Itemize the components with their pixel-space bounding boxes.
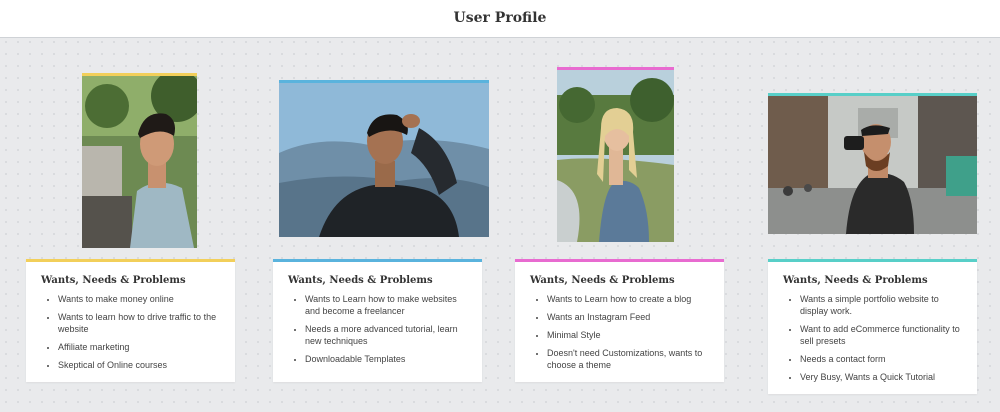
header-bar: User Profile xyxy=(0,0,1000,38)
list-item: Wants an Instagram Feed xyxy=(547,311,710,323)
card-heading: Wants, Needs & Problems xyxy=(530,275,675,286)
persona-3-card: Wants, Needs & Problems Wants to Learn h… xyxy=(515,259,724,382)
list-item: Wants to learn how to drive traffic to t… xyxy=(58,311,221,335)
needs-list: Wants a simple portfolio website to disp… xyxy=(783,293,963,383)
needs-list: Wants to make money online Wants to lear… xyxy=(41,293,221,371)
persona-4-photo xyxy=(768,93,977,234)
card-heading: Wants, Needs & Problems xyxy=(288,275,433,286)
needs-list: Wants to Learn how to create a blog Want… xyxy=(530,293,710,371)
persona-1-card: Wants, Needs & Problems Wants to make mo… xyxy=(26,259,235,382)
persona-1-photo xyxy=(82,73,197,248)
list-item: Affiliate marketing xyxy=(58,341,221,353)
list-item: Wants a simple portfolio website to disp… xyxy=(800,293,963,317)
list-item: Wants to Learn how to create a blog xyxy=(547,293,710,305)
page-title: User Profile xyxy=(453,10,547,26)
persona-3-photo xyxy=(557,67,674,242)
list-item: Wants to Learn how to make websites and … xyxy=(305,293,468,317)
persona-4-card: Wants, Needs & Problems Wants a simple p… xyxy=(768,259,977,394)
list-item: Wants to make money online xyxy=(58,293,221,305)
list-item: Want to add eCommerce functionality to s… xyxy=(800,323,963,347)
list-item: Very Busy, Wants a Quick Tutorial xyxy=(800,371,963,383)
list-item: Doesn't need Customizations, wants to ch… xyxy=(547,347,710,371)
list-item: Minimal Style xyxy=(547,329,710,341)
card-heading: Wants, Needs & Problems xyxy=(783,275,928,286)
list-item: Downloadable Templates xyxy=(305,353,468,365)
list-item: Needs a more advanced tutorial, learn ne… xyxy=(305,323,468,347)
list-item: Skeptical of Online courses xyxy=(58,359,221,371)
list-item: Needs a contact form xyxy=(800,353,963,365)
persona-2-card: Wants, Needs & Problems Wants to Learn h… xyxy=(273,259,482,382)
persona-2-photo xyxy=(279,80,489,237)
card-heading: Wants, Needs & Problems xyxy=(41,275,186,286)
needs-list: Wants to Learn how to make websites and … xyxy=(288,293,468,365)
